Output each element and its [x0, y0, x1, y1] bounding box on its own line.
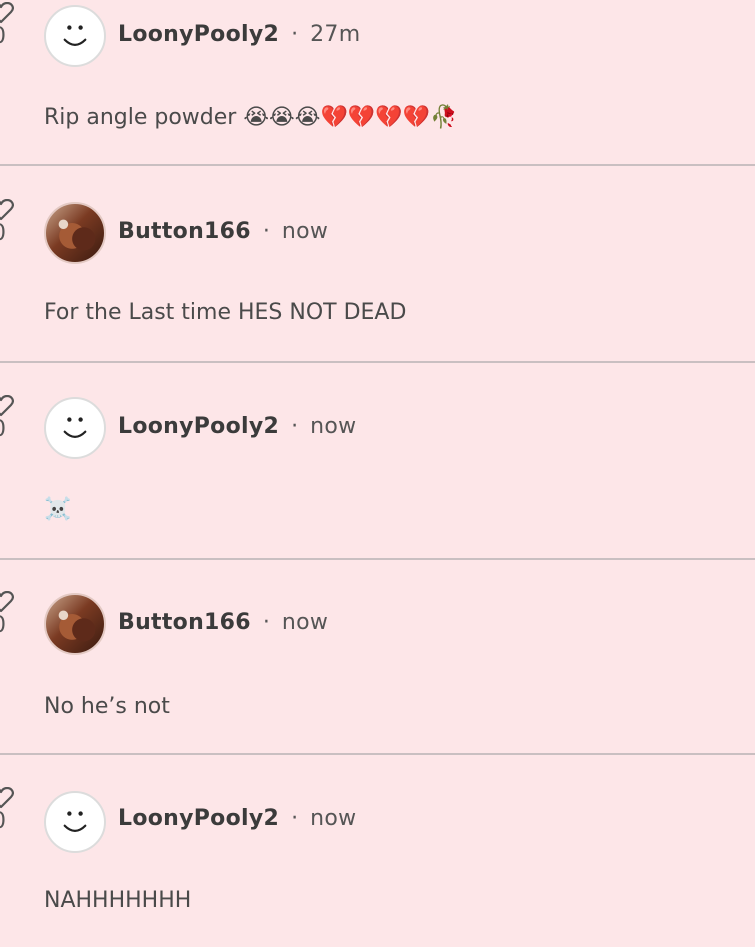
comment-meta: LoonyPooly2 · 27m [118, 20, 360, 50]
like-count: 0 [0, 26, 6, 48]
comment-text: Rip angle powder 😭😭😭💔💔💔💔🥀 [44, 105, 458, 130]
like-control[interactable]: 0 [0, 2, 14, 62]
author-name[interactable]: LoonyPooly2 [118, 414, 279, 439]
avatar[interactable] [44, 593, 106, 655]
avatar[interactable] [44, 791, 106, 853]
like-control[interactable]: 0 [0, 395, 14, 455]
comment-text: ☠️ [44, 497, 72, 522]
like-control[interactable]: 0 [0, 787, 14, 847]
heart-icon[interactable] [0, 199, 14, 221]
separator-dot: · [291, 806, 299, 831]
comment-meta: Button166 · now [118, 608, 328, 638]
comment-text: No he’s not [44, 694, 170, 719]
author-name[interactable]: Button166 [118, 610, 251, 635]
like-control[interactable]: 0 [0, 199, 14, 259]
like-control[interactable]: 0 [0, 591, 14, 651]
comment-meta: LoonyPooly2 · now [118, 804, 356, 834]
timestamp: now [281, 610, 329, 635]
comment-item: 0 Button166 · now No he’s not [0, 560, 755, 755]
like-count: 0 [0, 615, 6, 637]
heart-icon[interactable] [0, 2, 14, 24]
timestamp: 27m [310, 22, 361, 47]
smiley-face-icon [63, 25, 87, 47]
author-name[interactable]: LoonyPooly2 [118, 806, 279, 831]
comment-meta: LoonyPooly2 · now [118, 412, 356, 442]
avatar[interactable] [44, 5, 106, 67]
comment-text: For the Last time HES NOT DEAD [44, 300, 407, 325]
separator-dot: · [262, 610, 270, 635]
author-name[interactable]: Button166 [118, 219, 251, 244]
heart-icon[interactable] [0, 787, 14, 809]
smiley-face-icon [63, 811, 87, 833]
like-count: 0 [0, 419, 6, 441]
heart-icon[interactable] [0, 395, 14, 417]
like-count: 0 [0, 223, 6, 245]
comment-item: 0 LoonyPooly2 · now NAHHHHHHH [0, 755, 755, 947]
timestamp: now [281, 219, 329, 244]
comment-meta: Button166 · now [118, 217, 328, 247]
comment-item: 0 Button166 · now For the Last time HES NO… [0, 166, 755, 363]
smiley-face-icon [63, 417, 87, 439]
comment-item: 0 LoonyPooly2 · now ☠️ [0, 363, 755, 560]
comment-text: NAHHHHHHH [44, 888, 192, 913]
comment-feed: 0 LoonyPooly2 · 27m Rip angle powder 😭😭😭💔💔… [0, 0, 755, 947]
separator-dot: · [291, 414, 299, 439]
author-name[interactable]: LoonyPooly2 [118, 22, 279, 47]
timestamp: now [310, 806, 357, 831]
heart-icon[interactable] [0, 591, 14, 613]
comment-item: 0 LoonyPooly2 · 27m Rip angle powder 😭😭😭💔💔… [0, 0, 755, 166]
separator-dot: · [262, 219, 270, 244]
avatar[interactable] [44, 202, 106, 264]
separator-dot: · [291, 22, 299, 47]
like-count: 0 [0, 811, 6, 833]
timestamp: now [310, 414, 357, 439]
avatar[interactable] [44, 397, 106, 459]
